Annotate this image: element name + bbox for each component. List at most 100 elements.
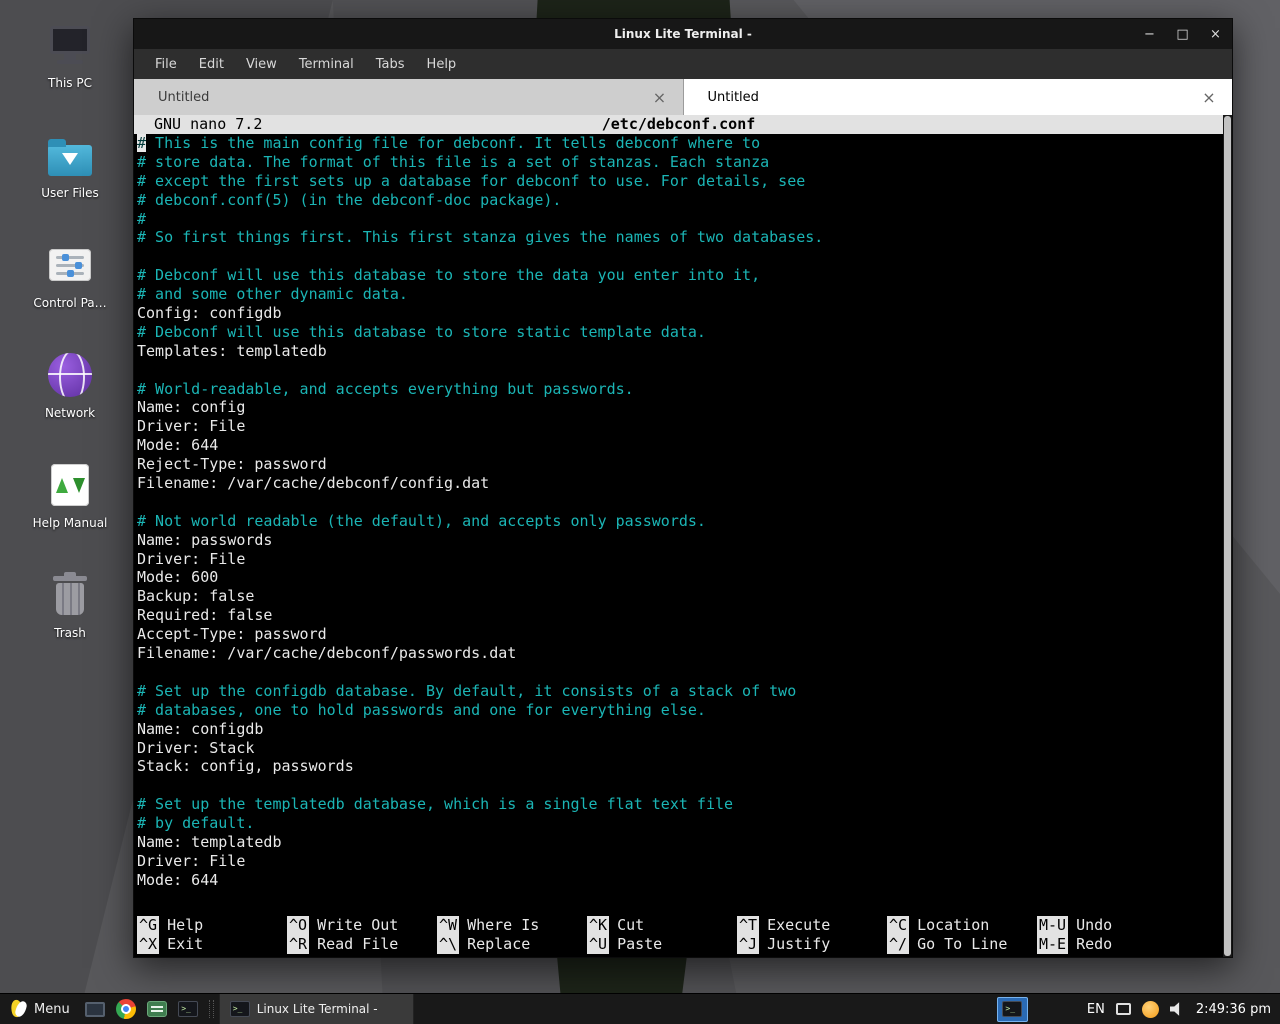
nano-filename: /etc/debconf.conf (134, 115, 1223, 134)
nano-line: Name: passwords (137, 531, 1223, 550)
nano-line: Stack: config, passwords (137, 757, 1223, 776)
shortcut-key: ^\ (437, 935, 459, 954)
nano-shortcut[interactable]: ^GHelp (137, 916, 287, 935)
tab-untitled-2[interactable]: Untitled× (684, 79, 1233, 115)
nano-line: # (137, 210, 1223, 229)
nano-line (137, 493, 1223, 512)
nano-shortcut[interactable]: M-ERedo (1037, 935, 1187, 954)
task-button-label: Linux Lite Terminal - (257, 1002, 378, 1016)
menu-view[interactable]: View (235, 52, 288, 77)
trash-icon (45, 570, 95, 620)
nano-line: Required: false (137, 606, 1223, 625)
nano-line (137, 663, 1223, 682)
network-icon (45, 350, 95, 400)
show-desktop-button[interactable] (82, 996, 109, 1023)
desktop-icon-label: Network (45, 406, 95, 420)
shortcut-label: Go To Line (917, 935, 1007, 954)
menu-file[interactable]: File (144, 52, 188, 77)
nano-shortcut[interactable]: ^OWrite Out (287, 916, 437, 935)
minimize-button[interactable]: − (1133, 19, 1166, 49)
nano-shortcuts: ^GHelp^OWrite Out^WWhere Is^KCut^T Execut… (134, 916, 1223, 957)
nano-line: Name: config (137, 398, 1223, 417)
scrollbar-thumb[interactable] (1224, 116, 1231, 956)
tab-close-icon[interactable]: × (649, 88, 671, 107)
shortcut-label: Cut (617, 916, 644, 935)
shortcut-label: Justify (767, 935, 830, 954)
terminal-launcher[interactable]: >_ (175, 996, 202, 1023)
nano-shortcut[interactable]: ^\ Replace (437, 935, 587, 954)
desktop-icon-user-files[interactable]: User Files (22, 130, 118, 200)
menu-terminal[interactable]: Terminal (288, 52, 365, 77)
shortcut-label: Exit (167, 935, 203, 954)
menu-help[interactable]: Help (416, 52, 468, 77)
keyboard-layout-indicator[interactable]: EN (1087, 1002, 1105, 1017)
shortcut-label: Read File (317, 935, 398, 954)
clipboard-icon[interactable] (1116, 1003, 1131, 1015)
shortcut-label: Help (167, 916, 203, 935)
desktop-icon-trash[interactable]: Trash (22, 570, 118, 640)
clock[interactable]: 2:49:36 pm (1196, 1002, 1271, 1017)
nano-line: Accept-Type: password (137, 625, 1223, 644)
tab-close-icon[interactable]: × (1198, 88, 1220, 107)
nano-line: Driver: Stack (137, 739, 1223, 758)
nano-line: # store data. The format of this file is… (137, 153, 1223, 172)
nano-line: Driver: File (137, 550, 1223, 569)
tab-untitled-1[interactable]: Untitled× (134, 79, 684, 115)
terminal-window: Linux Lite Terminal - − □ × FileEditView… (133, 18, 1233, 958)
nano-line: # except the first sets up a database fo… (137, 172, 1223, 191)
nano-shortcut[interactable]: ^XExit (137, 935, 287, 954)
nano-shortcut[interactable]: ^CLocation (887, 916, 1037, 935)
nano-shortcut[interactable]: M-UUndo (1037, 916, 1187, 935)
taskbar: Menu >_ >_ Linux Lite Terminal - >_ EN 2… (0, 993, 1280, 1024)
nano-shortcut[interactable]: ^R Read File (287, 935, 437, 954)
nano-line: # So first things first. This first stan… (137, 228, 1223, 247)
shortcut-key: ^/ (887, 935, 909, 954)
shortcut-key: ^T (737, 916, 759, 935)
close-button[interactable]: × (1199, 19, 1232, 49)
shortcut-key: ^U (587, 935, 609, 954)
terminal-area[interactable]: GNU nano 7.2 /etc/debconf.conf # This is… (134, 115, 1232, 957)
menu-tabs[interactable]: Tabs (365, 52, 416, 77)
menu-edit[interactable]: Edit (188, 52, 235, 77)
nano-line: Backup: false (137, 587, 1223, 606)
nano-line: # Set up the configdb database. By defau… (137, 682, 1223, 701)
shortcut-label: Where Is (467, 916, 539, 935)
desktop-icon-network[interactable]: Network (22, 350, 118, 420)
desktop-icon-help-manual[interactable]: Help Manual (22, 460, 118, 530)
nano-shortcut[interactable]: ^/ Go To Line (887, 935, 1037, 954)
control-panel-icon (45, 240, 95, 290)
nano-shortcut[interactable]: ^UPaste (587, 935, 737, 954)
shortcut-key: ^C (887, 916, 909, 935)
maximize-button[interactable]: □ (1166, 19, 1199, 49)
tab-label: Untitled (146, 90, 649, 105)
volume-icon[interactable] (1170, 1002, 1185, 1016)
browser-launcher[interactable] (113, 996, 140, 1023)
shortcut-key: ^J (737, 935, 759, 954)
start-menu-button[interactable]: Menu (0, 994, 80, 1024)
nano-shortcut[interactable]: ^T Execute (737, 916, 887, 935)
desktop-icon-label: Help Manual (33, 516, 108, 530)
shortcut-label: Execute (767, 916, 830, 935)
desktop-icon-this-pc[interactable]: This PC (22, 20, 118, 90)
nano-line: Filename: /var/cache/debconf/config.dat (137, 474, 1223, 493)
nano-shortcut[interactable]: ^KCut (587, 916, 737, 935)
desktop-icon-control-panel[interactable]: Control Pa… (22, 240, 118, 310)
notification-icon[interactable] (1142, 1001, 1159, 1018)
shortcut-key: ^R (287, 935, 309, 954)
shortcut-row: ^GHelp^OWrite Out^WWhere Is^KCut^T Execut… (137, 916, 1223, 935)
nano-shortcut[interactable]: ^J Justify (737, 935, 887, 954)
menu-bar: FileEditViewTerminalTabsHelp (134, 49, 1232, 79)
shortcut-label: Replace (467, 935, 530, 954)
task-button-terminal[interactable]: >_ Linux Lite Terminal - (219, 994, 414, 1024)
terminal-scrollbar[interactable] (1223, 115, 1232, 957)
window-titlebar[interactable]: Linux Lite Terminal - − □ × (134, 19, 1232, 49)
shortcut-key: M-E (1037, 935, 1068, 954)
nano-shortcut[interactable]: ^WWhere Is (437, 916, 587, 935)
nano-line: # Debconf will use this database to stor… (137, 266, 1223, 285)
nano-line: Reject-Type: password (137, 455, 1223, 474)
tray-terminal-indicator[interactable]: >_ (997, 997, 1028, 1022)
file-manager-launcher[interactable] (144, 996, 171, 1023)
this-pc-icon (45, 20, 95, 70)
shortcut-label: Undo (1076, 916, 1112, 935)
nano-content[interactable]: # This is the main config file for debco… (134, 134, 1223, 916)
